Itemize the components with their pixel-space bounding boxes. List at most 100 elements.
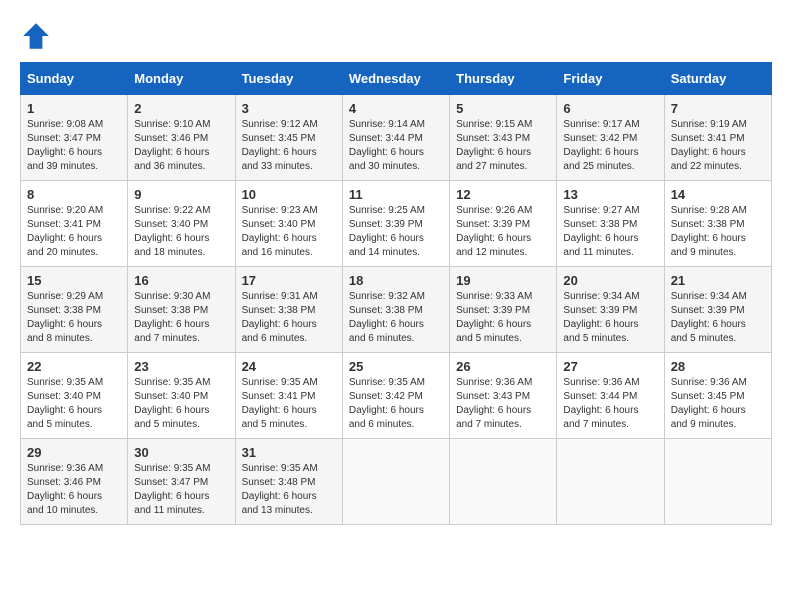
day-info: Sunrise: 9:25 AMSunset: 3:39 PMDaylight:… — [349, 204, 443, 260]
day-number: 16 — [134, 273, 228, 288]
day-number: 1 — [27, 101, 121, 116]
day-info: Sunrise: 9:34 AMSunset: 3:39 PMDaylight:… — [563, 290, 657, 346]
day-info: Sunrise: 9:23 AMSunset: 3:40 PMDaylight:… — [242, 204, 336, 260]
daylight-minutes: and 10 minutes. — [27, 505, 98, 516]
calendar-day-cell: 18 Sunrise: 9:32 AMSunset: 3:38 PMDayligh… — [342, 267, 449, 353]
calendar-day-cell: 15Sunrise: 9:29 AMSunset: 3:38 PMDayligh… — [21, 267, 128, 353]
day-number: 17 — [242, 273, 336, 288]
daylight-hours: Daylight: 6 hours — [27, 319, 102, 330]
calendar-day-cell: 10Sunrise: 9:23 AMSunset: 3:40 PMDayligh… — [235, 181, 342, 267]
daylight-minutes: and 33 minutes. — [242, 161, 313, 172]
daylight-hours: Daylight: 6 hours — [27, 233, 102, 244]
day-number: 18 — [349, 273, 443, 288]
sunrise-text: Sunrise: 9:36 AM — [27, 463, 103, 474]
logo-icon — [20, 20, 52, 52]
sunset-text: Sunset: 3:40 PM — [242, 219, 316, 230]
day-info: Sunrise: 9:30 AMSunset: 3:38 PMDaylight:… — [134, 290, 228, 346]
calendar-week-row: 22Sunrise: 9:35 AMSunset: 3:40 PMDayligh… — [21, 353, 772, 439]
calendar-day-cell: 20Sunrise: 9:34 AMSunset: 3:39 PMDayligh… — [557, 267, 664, 353]
sunset-text: Sunset: 3:39 PM — [671, 305, 745, 316]
daylight-hours: Daylight: 6 hours — [134, 147, 209, 158]
sunrise-text: Sunrise: 9:22 AM — [134, 205, 210, 216]
sunset-text: Sunset: 3:47 PM — [134, 477, 208, 488]
logo — [20, 20, 56, 52]
sunset-text: Sunset: 3:40 PM — [134, 219, 208, 230]
daylight-hours: Daylight: 6 hours — [242, 491, 317, 502]
day-number: 28 — [671, 359, 765, 374]
calendar-day-cell: 13Sunrise: 9:27 AMSunset: 3:38 PMDayligh… — [557, 181, 664, 267]
day-info: Sunrise: 9:35 AMSunset: 3:47 PMDaylight:… — [134, 462, 228, 518]
calendar-day-cell: 25Sunrise: 9:35 AMSunset: 3:42 PMDayligh… — [342, 353, 449, 439]
day-info: Sunrise: 9:35 AMSunset: 3:48 PMDaylight:… — [242, 462, 336, 518]
sunrise-text: Sunrise: 9:33 AM — [456, 291, 532, 302]
header-day: Wednesday — [342, 63, 449, 95]
day-number: 3 — [242, 101, 336, 116]
sunset-text: Sunset: 3:47 PM — [27, 133, 101, 144]
sunset-text: Sunset: 3:46 PM — [134, 133, 208, 144]
calendar-day-cell — [342, 439, 449, 525]
calendar-week-row: 1Sunrise: 9:08 AMSunset: 3:47 PMDaylight… — [21, 95, 772, 181]
calendar-body: 1Sunrise: 9:08 AMSunset: 3:47 PMDaylight… — [21, 95, 772, 525]
day-number: 23 — [134, 359, 228, 374]
daylight-hours: Daylight: 6 hours — [134, 233, 209, 244]
sunrise-text: Sunrise: 9:36 AM — [456, 377, 532, 388]
daylight-hours: Daylight: 6 hours — [134, 491, 209, 502]
day-info: Sunrise: 9:33 AMSunset: 3:39 PMDaylight:… — [456, 290, 550, 346]
day-info: Sunrise: 9:22 AM Sunset: 3:40 PM Daylight:… — [134, 204, 228, 260]
day-number: 26 — [456, 359, 550, 374]
sunset-text: Sunset: 3:39 PM — [456, 219, 530, 230]
sunrise-text: Sunrise: 9:10 AM — [134, 119, 210, 130]
daylight-hours: Daylight: 6 hours — [456, 233, 531, 244]
day-info: Sunrise: 9:32 AMSunset: 3:38 PMDaylight:… — [349, 290, 443, 346]
header-day: Sunday — [21, 63, 128, 95]
day-info: Sunrise: 9:36 AMSunset: 3:46 PMDaylight:… — [27, 462, 121, 518]
calendar-day-cell: 8Sunrise: 9:20 AMSunset: 3:41 PMDaylight… — [21, 181, 128, 267]
daylight-minutes: and 25 minutes. — [563, 161, 634, 172]
day-info: Sunrise: 9:14 AMSunset: 3:44 PMDaylight:… — [349, 118, 443, 174]
day-number: 4 — [349, 101, 443, 116]
day-info: Sunrise: 9:10 AM Sunset: 3:46 PM Daylight:… — [134, 118, 228, 174]
sunset-text: Sunset: 3:39 PM — [349, 219, 423, 230]
sunset-text: Sunset: 3:40 PM — [134, 391, 208, 402]
sunset-text: Sunset: 3:38 PM — [563, 219, 637, 230]
daylight-hours: Daylight: 6 hours — [349, 319, 424, 330]
daylight-hours: Daylight: 6 hours — [349, 147, 424, 158]
calendar-day-cell: 16 Sunrise: 9:30 AMSunset: 3:38 PMDayligh… — [128, 267, 235, 353]
calendar-day-cell: 1Sunrise: 9:08 AMSunset: 3:47 PMDaylight… — [21, 95, 128, 181]
daylight-minutes: and 36 minutes. — [134, 161, 205, 172]
day-info: Sunrise: 9:15 AMSunset: 3:43 PMDaylight:… — [456, 118, 550, 174]
daylight-minutes: and 30 minutes. — [349, 161, 420, 172]
day-info: Sunrise: 9:36 AMSunset: 3:44 PMDaylight:… — [563, 376, 657, 432]
sunrise-text: Sunrise: 9:20 AM — [27, 205, 103, 216]
day-info: Sunrise: 9:27 AMSunset: 3:38 PMDaylight:… — [563, 204, 657, 260]
calendar-day-cell: 23Sunrise: 9:35 AMSunset: 3:40 PMDayligh… — [128, 353, 235, 439]
day-number: 2 — [134, 101, 228, 116]
sunset-text: Sunset: 3:44 PM — [563, 391, 637, 402]
daylight-hours: Daylight: 6 hours — [242, 405, 317, 416]
sunrise-text: Sunrise: 9:35 AM — [134, 377, 210, 388]
day-number: 27 — [563, 359, 657, 374]
sunrise-text: Sunrise: 9:19 AM — [671, 119, 747, 130]
daylight-minutes: and 20 minutes. — [27, 247, 98, 258]
daylight-minutes: and 9 minutes. — [671, 419, 737, 430]
sunset-text: Sunset: 3:38 PM — [349, 305, 423, 316]
calendar-day-cell: 22Sunrise: 9:35 AMSunset: 3:40 PMDayligh… — [21, 353, 128, 439]
sunset-text: Sunset: 3:38 PM — [242, 305, 316, 316]
sunrise-text: Sunrise: 9:34 AM — [563, 291, 639, 302]
sunset-text: Sunset: 3:45 PM — [671, 391, 745, 402]
sunrise-text: Sunrise: 9:30 AM — [134, 291, 210, 302]
calendar-day-cell: 12Sunrise: 9:26 AMSunset: 3:39 PMDayligh… — [450, 181, 557, 267]
calendar-day-cell: 24Sunrise: 9:35 AMSunset: 3:41 PMDayligh… — [235, 353, 342, 439]
daylight-minutes: and 18 minutes. — [134, 247, 205, 258]
day-info: Sunrise: 9:20 AMSunset: 3:41 PMDaylight:… — [27, 204, 121, 260]
daylight-hours: Daylight: 6 hours — [563, 319, 638, 330]
sunset-text: Sunset: 3:44 PM — [349, 133, 423, 144]
daylight-minutes: and 22 minutes. — [671, 161, 742, 172]
sunset-text: Sunset: 3:43 PM — [456, 391, 530, 402]
daylight-hours: Daylight: 6 hours — [242, 147, 317, 158]
calendar-day-cell: 7Sunrise: 9:19 AMSunset: 3:41 PMDaylight… — [664, 95, 771, 181]
sunrise-text: Sunrise: 9:29 AM — [27, 291, 103, 302]
daylight-minutes: and 8 minutes. — [27, 333, 93, 344]
calendar-day-cell: 11Sunrise: 9:25 AMSunset: 3:39 PMDayligh… — [342, 181, 449, 267]
calendar-day-cell: 14Sunrise: 9:28 AMSunset: 3:38 PMDayligh… — [664, 181, 771, 267]
